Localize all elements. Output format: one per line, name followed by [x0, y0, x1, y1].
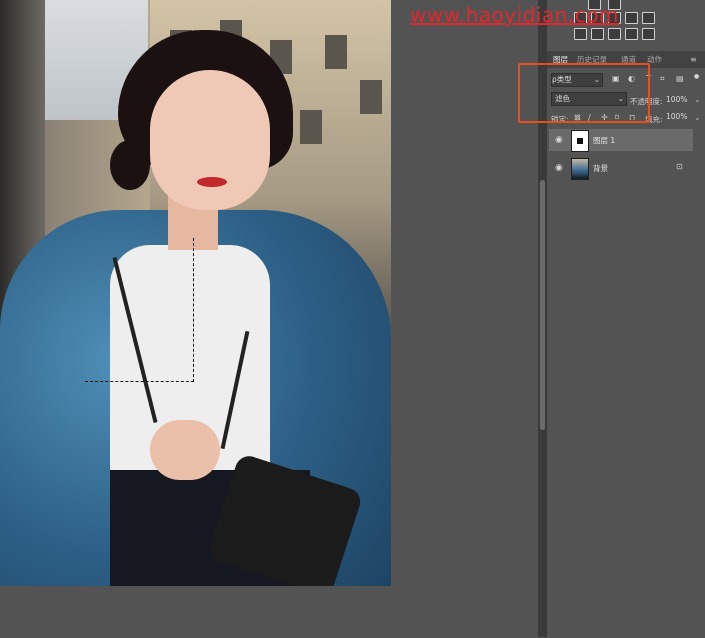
photo-face [150, 70, 270, 210]
selective-color-icon[interactable] [642, 28, 655, 40]
scrollbar-thumb[interactable] [540, 180, 545, 430]
layer-thumbnail [571, 130, 589, 152]
opacity-dropdown-icon[interactable]: ⌄ [694, 95, 701, 104]
eye-icon[interactable]: ◉ [555, 135, 563, 145]
lock-icon: ⊡ [676, 162, 683, 171]
panel-menu-icon[interactable]: ≡ [690, 55, 697, 64]
invert-icon[interactable] [574, 28, 587, 40]
smart-object-filter-icon[interactable]: ▤ [676, 74, 684, 83]
fill-field[interactable]: 100% [666, 111, 690, 123]
opacity-value: 100% [666, 95, 688, 104]
eye-icon[interactable]: ◉ [555, 163, 563, 173]
opacity-field[interactable]: 100% [666, 94, 690, 106]
annotation-highlight-box [518, 63, 650, 123]
layer-row-background[interactable]: ◉ 背景 ⊡ [549, 157, 693, 180]
threshold-icon[interactable] [608, 28, 621, 40]
photo-hand [150, 420, 220, 480]
posterize-icon[interactable] [591, 28, 604, 40]
document-photo[interactable] [0, 0, 391, 586]
layer-name[interactable]: 图层 1 [593, 135, 615, 146]
marquee-selection[interactable] [85, 238, 194, 382]
shape-filter-icon[interactable]: ⌗ [660, 74, 665, 84]
photo-lips [197, 177, 227, 187]
gradient-map-icon[interactable] [625, 28, 638, 40]
fill-value: 100% [666, 112, 688, 121]
layer-row-layer1[interactable]: ◉ 图层 1 [549, 129, 693, 152]
filter-toggle-icon[interactable]: ● [694, 73, 699, 80]
fill-dropdown-icon[interactable]: ⌄ [694, 113, 701, 122]
watermark: www.haoyidian.com [410, 3, 619, 27]
layer-name[interactable]: 背景 [593, 163, 608, 174]
layer-thumbnail [571, 158, 589, 180]
